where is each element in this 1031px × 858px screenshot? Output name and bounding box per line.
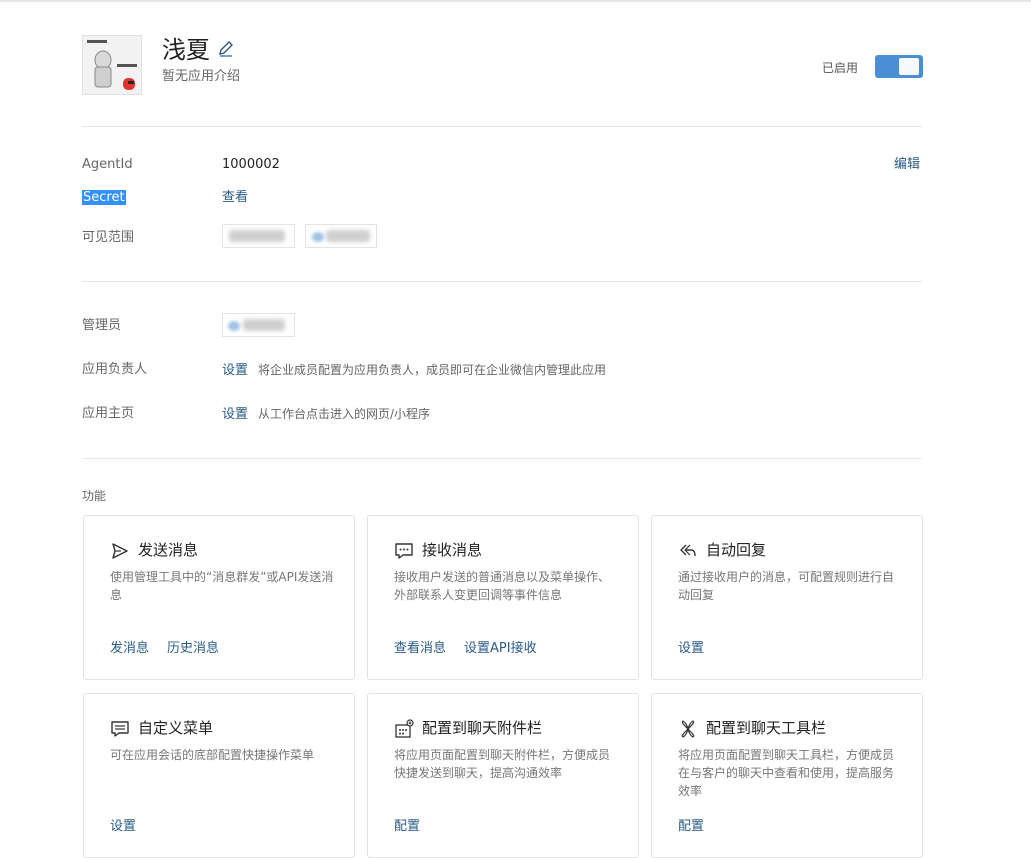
card-links: 发消息 历史消息 [110, 640, 237, 658]
homepage-row: 设置 从工作台点击进入的网页/小程序 [222, 405, 430, 424]
app-name: 浅夏 [162, 36, 210, 64]
message-history-link[interactable]: 历史消息 [167, 641, 219, 656]
card-description: 将应用页面配置到聊天附件栏，方便成员快捷发送到聊天，提高沟通效率 [394, 748, 611, 780]
auto-reply-settings-link[interactable]: 设置 [678, 641, 704, 656]
configure-attachment-bar-link[interactable]: 配置 [394, 819, 420, 834]
visibility-label: 可见范围 [82, 230, 135, 245]
card-description: 可在应用会话的底部配置快捷操作菜单 [110, 748, 315, 762]
owner-hint: 将企业成员配置为应用负责人，成员即可在企业微信内管理此应用 [258, 363, 607, 377]
app-description: 暂无应用介绍 [162, 69, 241, 84]
set-api-receive-link[interactable]: 设置API接收 [464, 641, 537, 656]
visibility-department-chip[interactable] [305, 224, 377, 248]
reply-icon [680, 544, 696, 557]
card-title: 自动回复 [706, 541, 767, 559]
set-owner-link[interactable]: 设置 [222, 363, 248, 378]
feature-card-auto-reply: 自动回复 通过接收用户的消息，可配置规则进行自动回复 设置 [651, 515, 923, 680]
card-title: 配置到聊天附件栏 [422, 719, 543, 737]
card-title: 接收消息 [422, 541, 483, 559]
set-homepage-link[interactable]: 设置 [222, 407, 248, 422]
admin-label: 管理员 [82, 318, 122, 333]
card-title: 自定义菜单 [138, 719, 214, 737]
view-messages-link[interactable]: 查看消息 [394, 641, 446, 656]
send-message-link[interactable]: 发消息 [110, 641, 149, 656]
agentid-value: 1000002 [222, 157, 280, 172]
app-logo [82, 35, 142, 95]
configure-toolbar-link[interactable]: 配置 [678, 819, 704, 834]
feature-card-custom-menu: 自定义菜单 可在应用会话的底部配置快捷操作菜单 设置 [83, 693, 355, 858]
card-description: 使用管理工具中的“消息群发”或API发送消息 [110, 570, 334, 602]
homepage-hint: 从工作台点击进入的网页/小程序 [258, 407, 431, 421]
feature-card-send-message: 发送消息 使用管理工具中的“消息群发”或API发送消息 发消息 历史消息 [83, 515, 355, 680]
divider [82, 458, 922, 459]
card-description: 通过接收用户的消息，可配置规则进行自动回复 [678, 570, 895, 602]
feature-card-toolbar: 配置到聊天工具栏 将应用页面配置到聊天工具栏，方便成员在与客户的聊天中查看和使用… [651, 693, 923, 858]
view-secret-link[interactable]: 查看 [222, 189, 248, 207]
agentid-label: AgentId [82, 157, 133, 172]
enable-toggle[interactable] [875, 55, 923, 78]
feature-card-receive-message: 接收消息 接收用户发送的普通消息以及菜单操作、外部联系人变更回调等事件信息 查看… [367, 515, 639, 680]
card-title: 发送消息 [138, 541, 199, 559]
attachment-bar-icon [395, 719, 414, 738]
toggle-knob [899, 58, 919, 75]
status-label: 已启用 [822, 61, 859, 75]
card-links: 设置 [110, 818, 154, 836]
top-border [0, 0, 1031, 2]
feature-card-attachment-bar: 配置到聊天附件栏 将应用页面配置到聊天附件栏，方便成员快捷发送到聊天，提高沟通效… [367, 693, 639, 858]
visibility-member-chip[interactable] [222, 224, 295, 248]
edit-button[interactable]: 编辑 [894, 156, 920, 174]
homepage-label: 应用主页 [82, 406, 135, 421]
secret-label-text: Secret [82, 190, 126, 205]
app-header: 浅夏 暂无应用介绍 已启用 [82, 35, 923, 97]
toolbar-icon [681, 720, 695, 738]
divider [82, 281, 922, 282]
admin-member-chip[interactable] [222, 313, 295, 337]
card-links: 查看消息 设置API接收 [394, 640, 555, 658]
features-section-title: 功能 [82, 489, 107, 503]
card-links: 配置 [394, 818, 438, 836]
menu-icon [111, 721, 129, 737]
card-links: 设置 [678, 640, 722, 658]
secret-label: Secret [82, 189, 126, 207]
card-description: 接收用户发送的普通消息以及菜单操作、外部联系人变更回调等事件信息 [394, 570, 611, 602]
edit-name-icon[interactable] [217, 40, 235, 58]
card-title: 配置到聊天工具栏 [706, 719, 827, 737]
custom-menu-settings-link[interactable]: 设置 [110, 819, 136, 834]
divider [82, 126, 922, 127]
chat-bubble-icon [395, 543, 413, 559]
card-links: 配置 [678, 818, 722, 836]
card-description: 将应用页面配置到聊天工具栏，方便成员在与客户的聊天中查看和使用，提高服务效率 [678, 748, 895, 798]
owner-label: 应用负责人 [82, 362, 148, 377]
owner-row: 设置 将企业成员配置为应用负责人，成员即可在企业微信内管理此应用 [222, 361, 606, 380]
send-icon [112, 543, 128, 559]
